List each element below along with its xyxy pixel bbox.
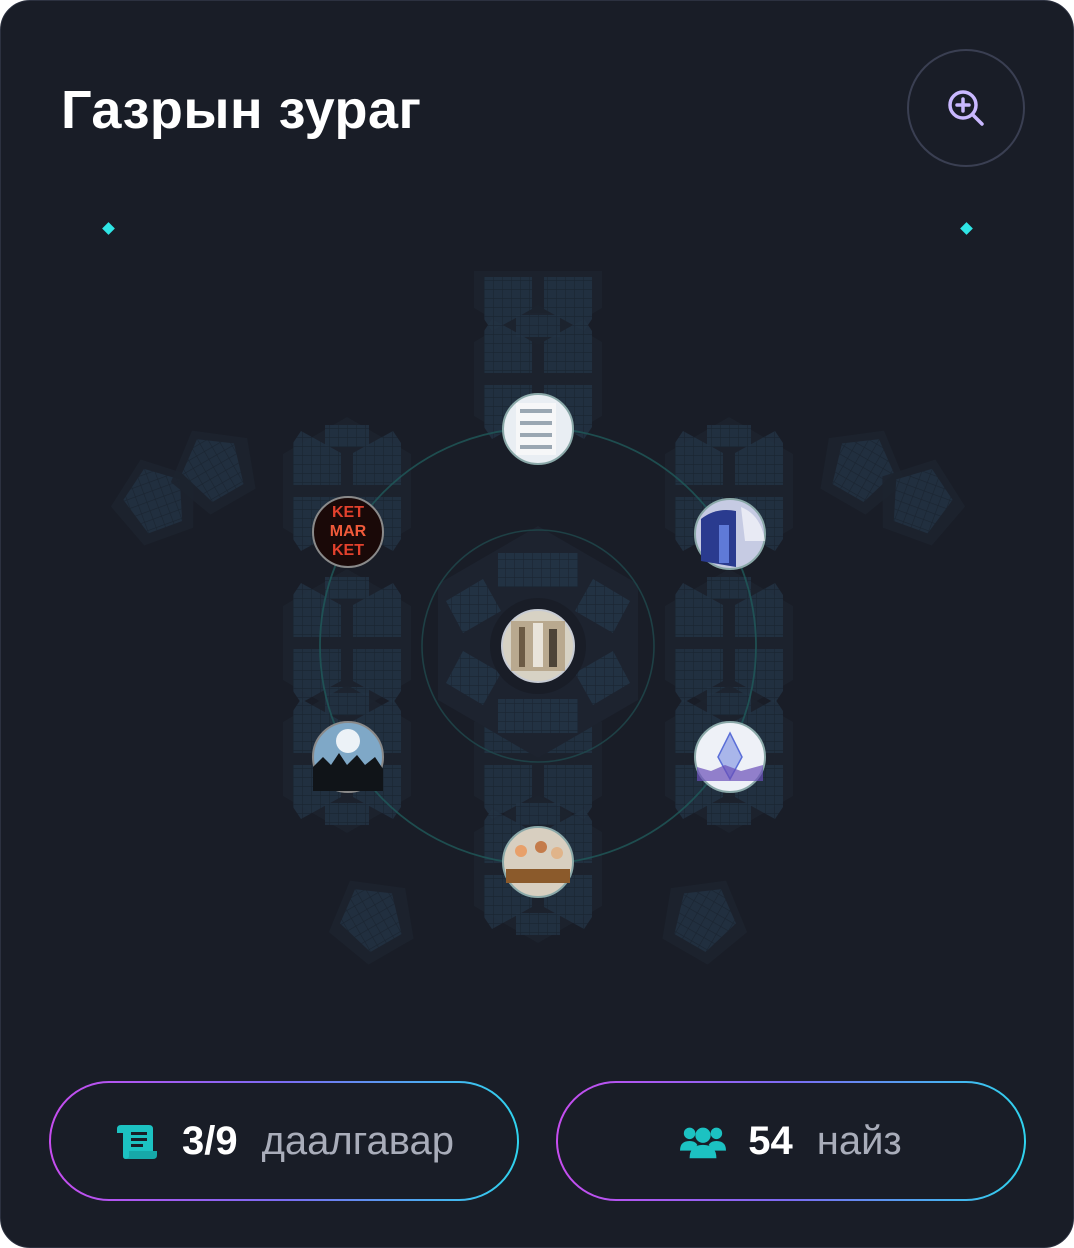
- svg-text:KET: KET: [332, 504, 364, 521]
- city-map: KET MAR KET: [99, 271, 977, 974]
- friends-icon: [680, 1118, 727, 1164]
- svg-text:KET: KET: [332, 542, 364, 559]
- tasks-button[interactable]: 3/9 даалгавар: [49, 1081, 519, 1201]
- zoom-in-button[interactable]: [907, 49, 1025, 167]
- svg-text:MAR: MAR: [330, 523, 367, 540]
- location-marker-upper-right[interactable]: [694, 498, 766, 570]
- location-marker-lower-left[interactable]: [312, 721, 384, 793]
- map-card: Газрын зураг KET MAR KET 3/9 даалгавар 5…: [0, 0, 1074, 1248]
- location-marker-bottom[interactable]: [502, 826, 574, 898]
- friends-value: 54: [748, 1118, 793, 1163]
- location-marker-lower-right[interactable]: [694, 721, 766, 793]
- zoom-in-icon: [948, 90, 984, 126]
- friends-label: найз: [816, 1118, 902, 1163]
- friends-button[interactable]: 54 найз: [556, 1081, 1026, 1201]
- tasks-value: 3/9: [181, 1118, 238, 1163]
- tasks-label: даалгавар: [261, 1118, 455, 1163]
- header-divider: [102, 217, 973, 235]
- scroll-icon: [114, 1118, 160, 1164]
- location-marker-upper-left[interactable]: KET MAR KET: [312, 496, 384, 568]
- page-title: Газрын зураг: [61, 80, 422, 140]
- divider-left-diamond: [102, 222, 115, 235]
- location-marker-top[interactable]: [502, 393, 574, 465]
- divider-right-diamond: [960, 222, 973, 235]
- location-marker-center[interactable]: [501, 609, 575, 683]
